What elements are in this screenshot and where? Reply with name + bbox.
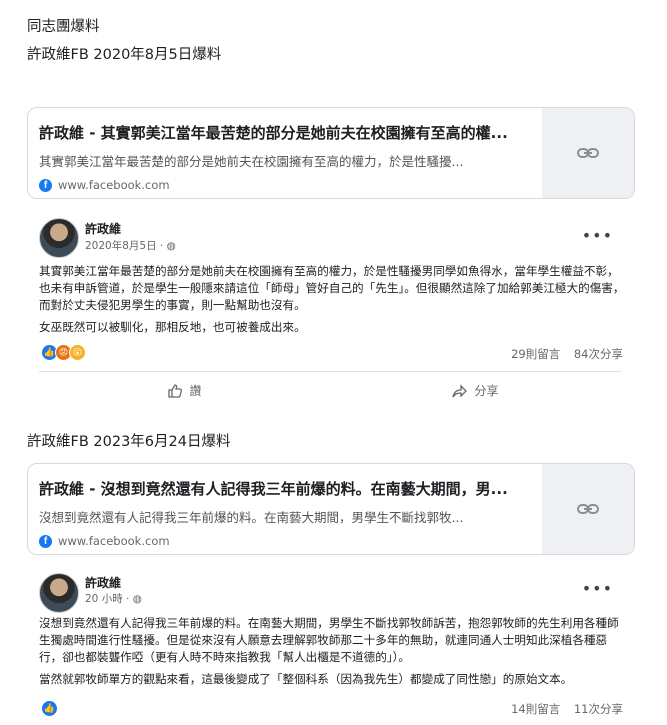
share-button[interactable]: 分享 <box>330 382 621 399</box>
reaction-summary[interactable]: 👍 😡 😮 <box>41 344 86 361</box>
wow-reaction-icon: 😮 <box>69 344 86 361</box>
link-card-title: 許政維 - 其實郭美江當年最苦楚的部分是她前夫在校園擁有至高的權... <box>39 124 508 142</box>
link-preview-card-2023[interactable]: 許政維 - 沒想到竟然還有人記得我三年前爆的料。在南藝大期間，男... 沒想到竟… <box>27 463 635 555</box>
post-timestamp[interactable]: 20 小時 · ◍ <box>85 591 142 606</box>
post-body: 其實郭美江當年最苦楚的部分是她前夫在校園擁有至高的權力，於是性騷擾男同學如魚得水… <box>39 263 629 341</box>
share-icon <box>452 383 468 398</box>
post-timestamp[interactable]: 2020年8月5日 · ◍ <box>85 238 176 253</box>
post-stats: 14則留言 11次分享 <box>501 701 623 717</box>
post-actions: 讚 分享 <box>39 382 621 399</box>
link-thumbnail <box>542 108 634 198</box>
facebook-post-2023: 許政維 20 小時 · ◍ ••• 沒想到竟然還有人記得我三年前爆的料。在南藝大… <box>27 565 633 725</box>
link-card-description: 其實郭美江當年最苦楚的部分是她前夫在校園擁有至高的權力，於是性騷擾... <box>39 154 464 169</box>
section-heading-2020: 許政維FB 2020年8月5日爆料 <box>27 47 222 63</box>
globe-icon: ◍ <box>166 240 176 252</box>
avatar[interactable] <box>39 573 79 613</box>
link-preview-card-2020[interactable]: 許政維 - 其實郭美江當年最苦楚的部分是她前夫在校園擁有至高的權... 其實郭美… <box>27 107 635 199</box>
link-card-domain-text: www.facebook.com <box>58 534 170 548</box>
thumbs-up-icon <box>168 383 183 398</box>
link-card-title: 許政維 - 沒想到竟然還有人記得我三年前爆的料。在南藝大期間，男... <box>39 480 508 498</box>
like-button[interactable]: 讚 <box>39 382 330 399</box>
facebook-icon: f <box>39 178 52 192</box>
post-paragraph: 女巫既然可以被馴化，那相反地，也可被養成出來。 <box>39 320 306 334</box>
share-count[interactable]: 11次分享 <box>574 702 623 716</box>
like-reaction-icon: 👍 <box>41 700 58 717</box>
facebook-icon: f <box>39 534 52 548</box>
avatar[interactable] <box>39 218 79 258</box>
share-label: 分享 <box>474 384 499 398</box>
post-author[interactable]: 許政維 <box>85 574 121 591</box>
link-icon <box>577 148 599 158</box>
facebook-post-2020: 許政維 2020年8月5日 · ◍ ••• 其實郭美江當年最苦楚的部分是她前夫在… <box>27 208 633 413</box>
link-thumbnail <box>542 464 634 554</box>
reaction-summary[interactable]: 👍 <box>41 700 58 717</box>
link-card-domain-text: www.facebook.com <box>58 178 170 192</box>
more-options-icon[interactable]: ••• <box>582 579 613 598</box>
more-options-icon[interactable]: ••• <box>582 226 613 245</box>
link-card-domain: f www.facebook.com <box>39 534 539 548</box>
globe-icon: ◍ <box>132 593 142 605</box>
post-paragraph: 當然就郭牧師單方的觀點來看，這最後變成了「整個科系（因為我先生）都變成了同性戀」… <box>39 672 573 686</box>
post-paragraph: 沒想到竟然還有人記得我三年前爆的料。在南藝大期間，男學生不斷找郭牧師訴苦，抱怨郭… <box>39 616 619 664</box>
divider <box>39 371 621 372</box>
link-card-description: 沒想到竟然還有人記得我三年前爆的料。在南藝大期間，男學生不斷找郭牧... <box>39 510 464 525</box>
like-label: 讚 <box>189 384 202 398</box>
post-body: 沒想到竟然還有人記得我三年前爆的料。在南藝大期間，男學生不斷找郭牧師訴苦，抱怨郭… <box>39 615 629 693</box>
post-paragraph: 其實郭美江當年最苦楚的部分是她前夫在校園擁有至高的權力，於是性騷擾男同學如魚得水… <box>39 264 625 312</box>
comment-count[interactable]: 14則留言 <box>511 702 560 716</box>
link-icon <box>577 504 599 514</box>
share-count[interactable]: 84次分享 <box>574 347 623 361</box>
page-title: 同志團爆料 <box>27 19 100 35</box>
section-heading-2023: 許政維FB 2023年6月24日爆料 <box>27 434 231 450</box>
link-card-domain: f www.facebook.com <box>39 178 539 192</box>
comment-count[interactable]: 29則留言 <box>511 347 560 361</box>
post-stats: 29則留言 84次分享 <box>501 346 623 362</box>
post-author[interactable]: 許政維 <box>85 220 121 237</box>
